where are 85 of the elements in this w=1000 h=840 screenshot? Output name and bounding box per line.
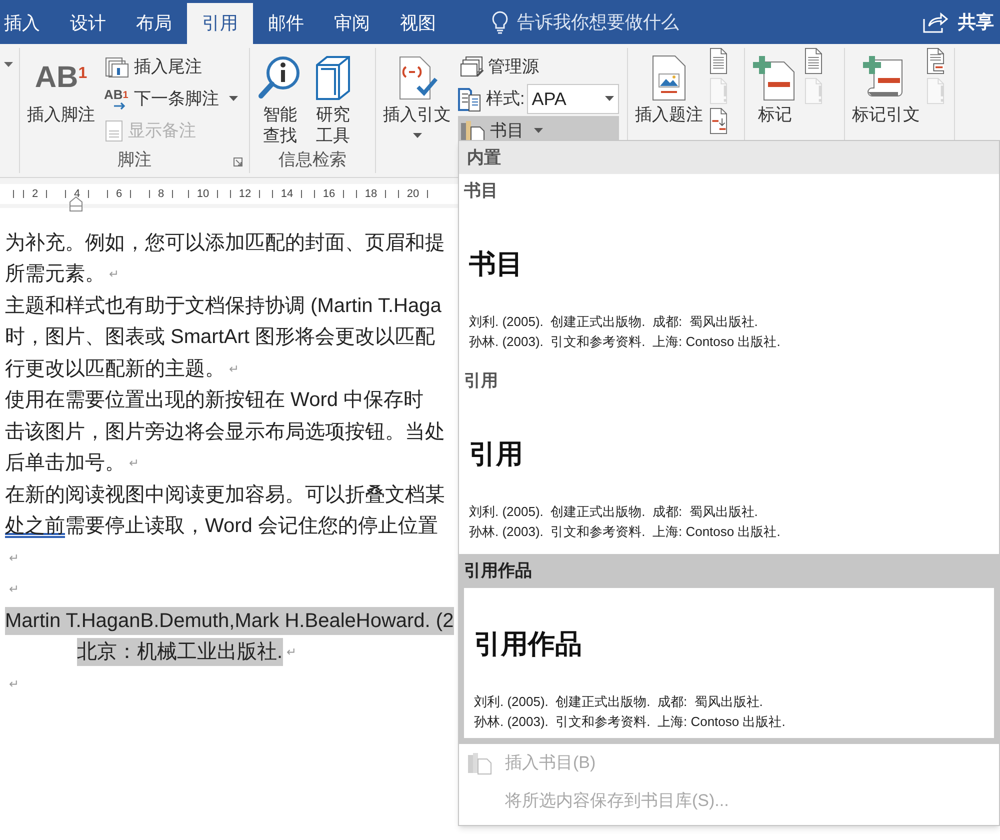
preview-entry: 孙林. (2003). 引文和参考资料. 上海: Contoso 出版社. — [469, 333, 782, 351]
document-list-icon — [927, 48, 944, 74]
body-text-line: 行更改以匹配新的主题。 — [5, 356, 225, 382]
menu-section-header: 内置 — [459, 141, 999, 174]
ruler-number: 16 — [322, 186, 336, 202]
gallery-section-label: 书目 — [463, 180, 499, 202]
document-arrow-icon — [710, 108, 727, 134]
paragraph-mark: ↵ — [9, 676, 19, 693]
share-icon — [922, 11, 948, 33]
stacked-documents-icon — [460, 56, 484, 78]
bibliography-gallery-item[interactable]: 引用 引用 刘利. (2005). 创建正式出版物. 成都: 蜀风出版社. 孙林. (2003). 引文和参考资料. 上海: Contoso 出版社. — [459, 364, 999, 554]
preview-entry: 孙林. (2003). 引文和参考资料. 上海: Contoso 出版社. — [474, 713, 786, 731]
preview-title: 书目 — [469, 248, 524, 281]
paragraph-mark: ↵ — [109, 266, 119, 284]
ruler-number: 10 — [196, 186, 210, 202]
document-alert-icon — [710, 78, 727, 104]
bibliography-gallery-item[interactable]: 引用作品 引用作品 刘利. (2005). 创建正式出版物. 成都: 蜀风出版社. 孙林. (2003). 引文和参考资料. 上海: Contoso 出版社. — [459, 554, 999, 744]
ruler-number: 2 — [32, 186, 38, 202]
preview-entry: 刘利. (2005). 创建正式出版物. 成都: 蜀风出版社. — [474, 693, 764, 711]
body-text-line: 时，图片、图表或 SmartArt 图形将会更改以匹配 — [5, 325, 436, 350]
ribbon-button[interactable]: 插入尾注 — [102, 52, 240, 82]
caret-icon — [604, 96, 614, 102]
body-text-line: 所需元素。 — [5, 262, 105, 288]
ribbon-tab[interactable]: 引用 — [187, 3, 253, 44]
body-text-line: 后单击加号。 — [5, 451, 125, 476]
ribbon-tab[interactable]: 布局 — [121, 3, 187, 44]
ribbon-button[interactable]: AB1 下一条脚注 — [102, 84, 240, 114]
document-icon — [710, 48, 727, 74]
ruler-number: 12 — [238, 186, 252, 202]
endnote-icon — [104, 56, 130, 78]
paragraph-mark: ↵ — [286, 644, 297, 662]
share-button[interactable]: 共享 — [922, 0, 1000, 44]
ribbon-button[interactable]: 标记 — [749, 48, 801, 125]
ribbon-button[interactable]: 插入引文 — [380, 48, 454, 139]
caret-icon[interactable] — [4, 62, 13, 68]
ribbon-tab[interactable]: 设计 — [55, 3, 121, 44]
body-text-line: 为补充。例如，您可以添加匹配的封面、页眉和提 — [5, 230, 445, 256]
ruler-number: 6 — [116, 186, 122, 202]
bibliography-gallery-item[interactable]: 书目 书目 刘利. (2005). 创建正式出版物. 成都: 蜀风出版社. 孙林. (2003). 引文和参考资料. 上海: Contoso 出版社. — [459, 174, 999, 364]
body-text-line: 击该图片，图片旁边将会显示布局选项按钮。当处 — [5, 420, 445, 445]
ribbon-icon-button[interactable] — [710, 48, 727, 74]
document-alert-icon — [805, 78, 822, 104]
paragraph-mark: ↵ — [9, 581, 19, 598]
document-alert-icon — [927, 78, 944, 104]
paragraph-mark: ↵ — [229, 360, 239, 378]
preview-entry: 刘利. (2005). 创建正式出版物. 成都: 蜀风出版社. — [469, 503, 759, 521]
ribbon-icon-button[interactable] — [710, 108, 727, 134]
group-label: 脚注 — [118, 149, 152, 172]
ribbon-button[interactable]: 研究 工具 — [310, 48, 356, 146]
paragraph-mark: ↵ — [9, 550, 19, 567]
gallery-section-label: 引用 — [463, 370, 499, 392]
ribbon-icon-button[interactable] — [927, 48, 944, 74]
preview-entry: 孙林. (2003). 引文和参考资料. 上海: Contoso 出版社. — [469, 523, 782, 541]
ribbon-button[interactable]: 管理源 — [458, 52, 619, 82]
gallery-section-label: 引用作品 — [464, 560, 533, 582]
body-text-line: 在新的阅读视图中阅读更加容易。可以折叠文档某 — [5, 482, 445, 508]
ribbon-tab[interactable]: 审阅 — [319, 3, 385, 44]
style-label: 样式: — [486, 88, 525, 110]
ribbon-tab[interactable]: 视图 — [385, 3, 451, 44]
notes-icon — [104, 119, 124, 143]
ribbon-button[interactable]: 标记引文 — [849, 48, 923, 125]
ruler-number: 20 — [406, 186, 420, 202]
body-text-line: 处之前需要停止读取，Word 会记住您的停止位置 — [5, 514, 438, 540]
books-document-icon — [467, 751, 493, 775]
preview-title: 引用 — [469, 438, 524, 471]
style-dropdown[interactable]: APA — [526, 84, 619, 114]
preview-entry: 刘利. (2005). 创建正式出版物. 成都: 蜀风出版社. — [469, 313, 759, 331]
ruler-number: 18 — [364, 186, 378, 202]
ruler-number: 8 — [158, 186, 164, 202]
lightbulb-icon — [491, 10, 509, 34]
dialog-launcher-icon[interactable] — [233, 157, 243, 167]
body-text-line: 使用在需要位置出现的新按钮在 Word 中保存时 — [5, 388, 424, 414]
ribbon-tab[interactable]: 邮件 — [253, 3, 319, 44]
group-label: 信息检索 — [278, 149, 346, 172]
paragraph-mark: ↵ — [129, 455, 139, 472]
ribbon-icon-button[interactable] — [805, 48, 822, 74]
body-text-line: 主题和样式也有助于文档保持协调 (Martin T.Haga — [5, 294, 442, 319]
ribbon-button[interactable]: 智能 查找 — [254, 48, 306, 146]
tell-me-search[interactable]: 告诉我你想要做什么 — [517, 8, 679, 36]
ribbon-button[interactable]: 插入题注 — [632, 48, 706, 125]
ruler-number: 4 — [74, 186, 80, 202]
ribbon-tab[interactable]: 插入 — [0, 3, 55, 44]
preview-title: 引用作品 — [474, 628, 583, 661]
ruler-number: 14 — [280, 186, 294, 202]
document-icon — [805, 48, 822, 74]
